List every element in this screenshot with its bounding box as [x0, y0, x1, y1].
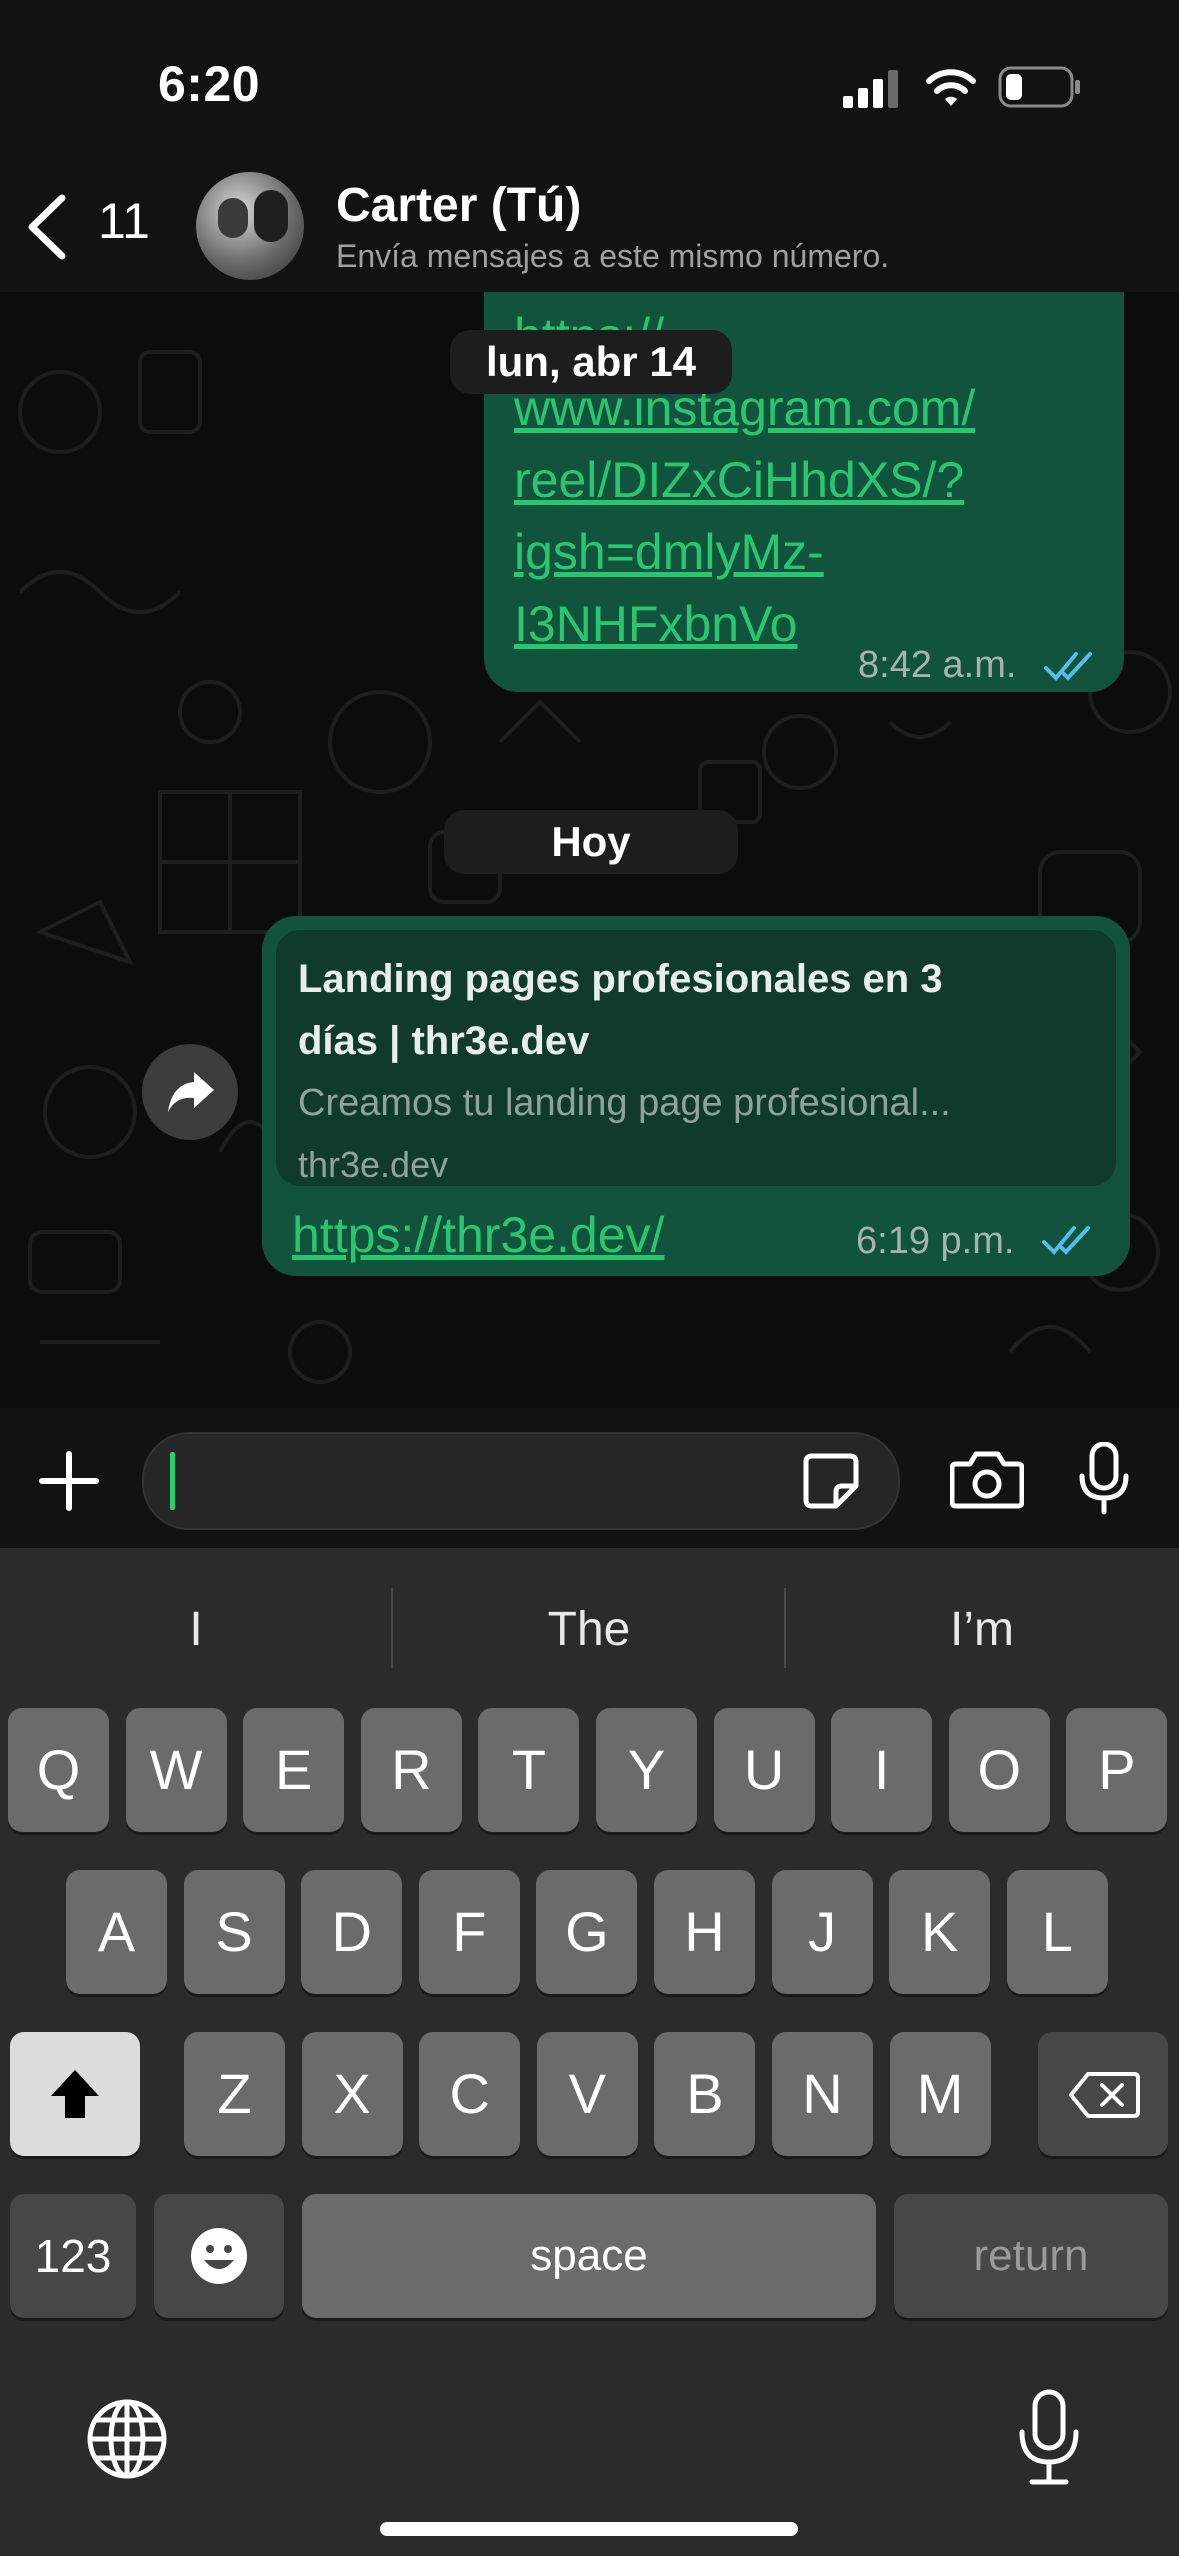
key-y[interactable]: Y: [596, 1708, 697, 1832]
key-u[interactable]: U: [713, 1708, 815, 1832]
key-h[interactable]: H: [654, 1870, 755, 1994]
text-cursor: [170, 1452, 175, 1510]
plus-icon[interactable]: [38, 1450, 100, 1512]
delete-icon: [1069, 2072, 1140, 2118]
key-p[interactable]: P: [1066, 1708, 1168, 1832]
preview-title: Landing pages profesionales en 3 días | …: [298, 957, 943, 1063]
key-w[interactable]: W: [125, 1708, 227, 1832]
signal-icon: [843, 70, 898, 108]
key-t[interactable]: T: [478, 1708, 580, 1832]
preview-domain: thr3e.dev: [298, 1144, 449, 1185]
forward-icon: [168, 1072, 214, 1112]
chat-header: 11 Carter (Tú) Envía mensajes a este mis…: [0, 170, 1179, 292]
chat-area[interactable]: https:// www.instagram.com/ reel/DIZxCiH…: [0, 292, 1179, 1408]
emoji-icon: [191, 2228, 247, 2284]
key-v[interactable]: V: [536, 2032, 638, 2156]
preview-description: Creamos tu landing page profesional...: [298, 1082, 951, 1124]
shift-key[interactable]: [10, 2032, 140, 2156]
input-bar: [0, 1408, 1179, 1548]
globe-icon[interactable]: [86, 2398, 168, 2480]
message-time: 8:42 a.m.: [858, 644, 1017, 686]
key-j[interactable]: J: [771, 1870, 873, 1994]
emoji-key[interactable]: [154, 2194, 284, 2318]
thr3e-link[interactable]: https://thr3e.dev/: [292, 1206, 664, 1264]
key-f[interactable]: F: [418, 1870, 520, 1994]
suggestion-2[interactable]: The: [393, 1590, 785, 1670]
avatar[interactable]: [196, 172, 304, 280]
key-x[interactable]: X: [301, 2032, 403, 2156]
key-m[interactable]: M: [889, 2032, 991, 2156]
status-time: 6:20: [158, 56, 261, 112]
key-n[interactable]: N: [772, 2032, 873, 2156]
key-o[interactable]: O: [948, 1708, 1050, 1832]
date-pill-today: Hoy: [444, 810, 738, 874]
keyboard: I The I’m 123 space return QWERTYUIOPAS: [0, 1548, 1179, 2556]
key-d[interactable]: D: [301, 1870, 403, 1994]
forward-button[interactable]: [142, 1044, 238, 1140]
back-chevron-icon[interactable]: [24, 192, 70, 262]
suggestion-3[interactable]: I’m: [786, 1590, 1178, 1670]
date-pill-old: lun, abr 14: [450, 330, 732, 394]
key-r[interactable]: R: [360, 1708, 462, 1832]
read-ticks-icon: [1044, 652, 1092, 681]
shift-icon: [51, 2070, 99, 2118]
sticker-icon[interactable]: [802, 1452, 860, 1510]
link-preview-card[interactable]: Landing pages profesionales en 3 días | …: [276, 930, 1116, 1186]
contact-subtitle[interactable]: Envía mensajes a este mismo número.: [336, 238, 889, 275]
camera-icon[interactable]: [950, 1448, 1024, 1510]
battery-icon: [998, 66, 1080, 108]
read-ticks-icon: [1042, 1226, 1090, 1255]
back-unread-count[interactable]: 11: [98, 192, 150, 250]
key-g[interactable]: G: [536, 1870, 638, 1994]
key-l[interactable]: L: [1006, 1870, 1108, 1994]
key-z[interactable]: Z: [184, 2032, 285, 2156]
numbers-key[interactable]: 123: [10, 2194, 136, 2318]
key-a[interactable]: A: [66, 1870, 167, 1994]
space-key[interactable]: space: [302, 2194, 876, 2318]
key-q[interactable]: Q: [8, 1708, 109, 1832]
suggestion-1[interactable]: I: [0, 1590, 392, 1670]
wifi-icon: [926, 69, 976, 106]
status-bar: 6:20: [0, 0, 1179, 170]
contact-name[interactable]: Carter (Tú): [336, 178, 581, 233]
delete-key[interactable]: [1038, 2032, 1168, 2156]
key-e[interactable]: E: [243, 1708, 345, 1832]
return-key[interactable]: return: [894, 2194, 1168, 2318]
message-time: 6:19 p.m.: [856, 1220, 1015, 1262]
message-bubble-link[interactable]: Landing pages profesionales en 3 días | …: [262, 916, 1130, 1276]
key-b[interactable]: B: [654, 2032, 756, 2156]
key-k[interactable]: K: [889, 1870, 991, 1994]
mic-icon[interactable]: [1076, 1442, 1132, 1516]
key-i[interactable]: I: [831, 1708, 933, 1832]
dictation-icon[interactable]: [1016, 2388, 1082, 2488]
message-input[interactable]: [142, 1432, 900, 1530]
key-c[interactable]: C: [419, 2032, 521, 2156]
key-s[interactable]: S: [183, 1870, 285, 1994]
home-indicator: [380, 2522, 798, 2536]
